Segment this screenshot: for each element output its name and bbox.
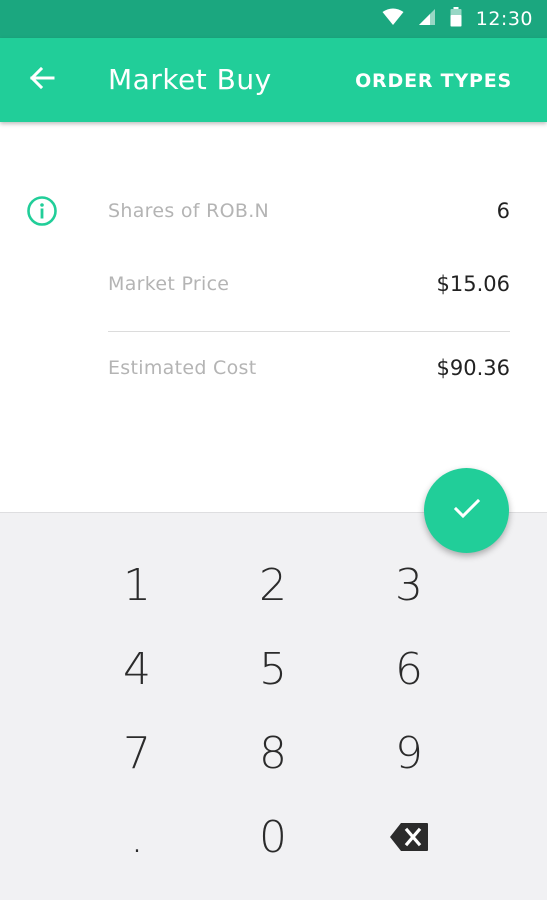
key-3[interactable]: 3 [349,543,469,627]
shares-label: Shares of ROB.N [108,200,270,222]
key-8[interactable]: 8 [213,711,333,795]
divider [108,331,510,332]
estimated-cost-value: $90.36 [436,356,510,380]
status-icons: 12:30 [382,0,533,38]
backspace-key[interactable] [349,795,469,879]
shares-row[interactable]: Shares of ROB.N 6 [108,191,510,231]
key-7[interactable]: 7 [77,711,197,795]
status-bar: 12:30 [0,0,547,38]
cell-signal-icon [418,8,436,30]
market-price-value: $15.06 [436,272,510,296]
key-4[interactable]: 4 [77,627,197,711]
back-button[interactable] [20,58,64,102]
info-circle-icon[interactable] [26,195,58,227]
numeric-keypad: 1 2 3 4 5 6 7 8 9 . 0 [0,512,547,900]
checkmark-icon [452,497,482,525]
market-price-label: Market Price [108,273,230,295]
backspace-icon [389,812,429,863]
key-1[interactable]: 1 [77,543,197,627]
order-summary: Shares of ROB.N 6 Market Price $15.06 Es… [0,122,547,512]
wifi-icon [382,8,404,30]
key-0[interactable]: 0 [213,795,333,879]
battery-icon [450,7,462,31]
page-title: Market Buy [108,63,272,96]
key-5[interactable]: 5 [213,627,333,711]
key-decimal[interactable]: . [77,795,197,879]
key-9[interactable]: 9 [349,711,469,795]
app-bar: Market Buy ORDER TYPES [0,38,547,122]
key-6[interactable]: 6 [349,627,469,711]
status-time: 12:30 [475,8,533,30]
estimated-cost-row: Estimated Cost $90.36 [108,348,510,388]
key-2[interactable]: 2 [213,543,333,627]
market-buy-screen: 12:30 Market Buy ORDER TYPES Shares of R… [0,0,547,900]
order-types-button[interactable]: ORDER TYPES [355,38,512,122]
shares-value[interactable]: 6 [497,191,510,231]
market-price-row: Market Price $15.06 [108,264,510,304]
estimated-cost-label: Estimated Cost [108,357,257,379]
arrow-left-icon [29,66,55,94]
confirm-button[interactable] [424,468,509,553]
